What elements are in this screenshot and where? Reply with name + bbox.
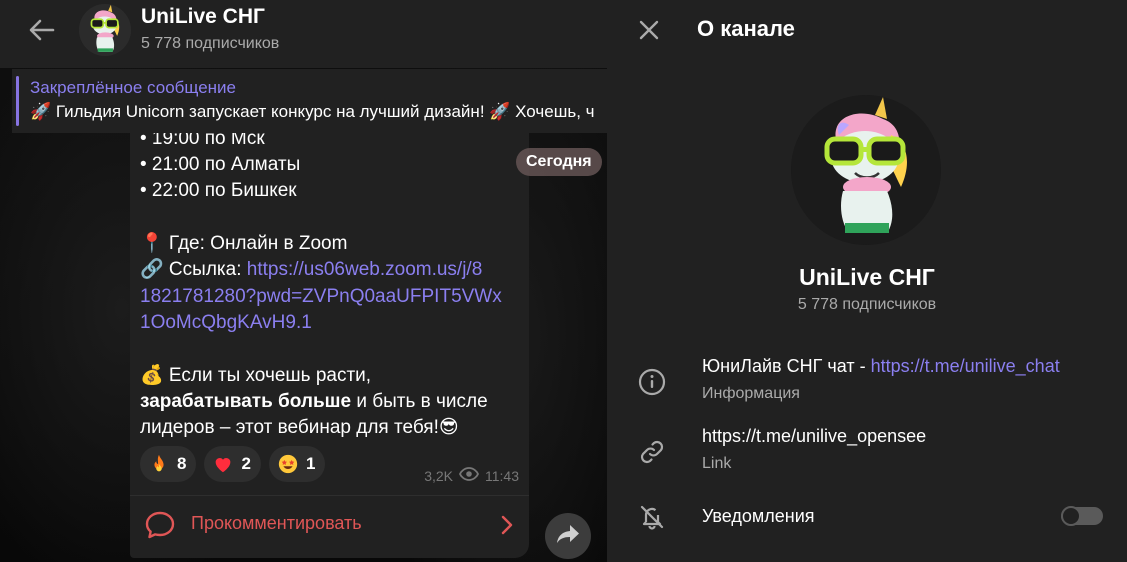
panel-subscriber-count: 5 778 подписчиков bbox=[797, 296, 937, 313]
message-line: • 21:00 по Алматы bbox=[140, 154, 301, 175]
channel-avatar[interactable] bbox=[79, 4, 131, 56]
message-time: 11:43 bbox=[485, 467, 519, 484]
message-line: 1821781280?pwd=ZVPnQ0aaUFPIT5VWx bbox=[140, 284, 502, 310]
message-text: и быть в числе bbox=[351, 391, 488, 412]
zoom-link[interactable]: https://us06web.zoom.us/j/8 bbox=[247, 259, 483, 280]
bell-off-icon bbox=[637, 502, 667, 532]
close-icon bbox=[639, 20, 659, 45]
reaction-count: 8 bbox=[177, 454, 187, 473]
star-struck-icon bbox=[277, 453, 299, 475]
channel-link[interactable]: https://t.me/unilive_opensee bbox=[702, 426, 926, 447]
fire-icon bbox=[148, 453, 170, 475]
unicorn-logo bbox=[79, 4, 131, 56]
panel-channel-name: UniLive СНГ bbox=[799, 264, 935, 290]
chat-area: • 19:00 по Мск • 21:00 по Алматы • 22:00… bbox=[0, 0, 607, 562]
back-button[interactable] bbox=[22, 12, 62, 52]
arrow-left-icon bbox=[29, 19, 55, 46]
message-line: • 22:00 по Бишкек bbox=[140, 180, 297, 201]
share-button[interactable] bbox=[545, 513, 591, 559]
views-count: 3,2K bbox=[424, 467, 453, 484]
notifications-toggle[interactable] bbox=[1061, 506, 1103, 526]
channel-title[interactable]: UniLive СНГ bbox=[141, 5, 265, 29]
message-line: 1OoMcQbgKAvH9.1 bbox=[140, 310, 312, 336]
reactions-bar: 8 2 1 bbox=[140, 446, 326, 482]
pinned-message[interactable]: Закреплённое сообщение 🚀 Гильдия Unicorn… bbox=[12, 69, 607, 133]
link-icon bbox=[637, 437, 667, 467]
info-description: ЮниЛайв СНГ чат - https://t.me/unilive_c… bbox=[702, 356, 1060, 377]
comment-button[interactable]: Прокомментировать bbox=[130, 496, 529, 556]
close-button[interactable] bbox=[633, 16, 665, 48]
pinned-text: 🚀 Гильдия Unicorn запускает конкурс на л… bbox=[30, 102, 595, 121]
link-caption: 🔗 Ссылка: bbox=[140, 259, 247, 280]
reaction-fire[interactable]: 8 bbox=[140, 446, 197, 482]
subscriber-count: 5 778 подписчиков bbox=[141, 35, 280, 52]
notifications-label: Уведомления bbox=[702, 506, 815, 526]
channel-info-panel: О канале UniLive СНГ 5 778 подписчиков Ю… bbox=[607, 0, 1127, 562]
eye-icon bbox=[459, 467, 479, 484]
chat-link[interactable]: https://t.me/unilive_chat bbox=[871, 356, 1060, 376]
zoom-link-cont[interactable]: 1OoMcQbgKAvH9.1 bbox=[140, 312, 312, 333]
info-icon bbox=[637, 367, 667, 397]
unicorn-logo bbox=[791, 95, 941, 245]
reaction-count: 1 bbox=[305, 454, 316, 473]
reaction-heart[interactable]: 2 bbox=[204, 446, 261, 482]
heart-icon bbox=[212, 453, 234, 475]
message-line: 🔗 Ссылка: https://us06web.zoom.us/j/8 bbox=[140, 257, 482, 283]
message-line: 💰 Если ты хочешь расти, bbox=[140, 365, 372, 386]
date-pill: Сегодня bbox=[516, 148, 602, 176]
channel-avatar-large[interactable] bbox=[791, 95, 941, 245]
pinned-title: Закреплённое сообщение bbox=[30, 78, 236, 97]
message-line: лидеров – этот вебинар для тебя!😎 bbox=[140, 417, 459, 438]
link-caption: Link bbox=[702, 455, 732, 472]
reaction-count: 2 bbox=[241, 454, 251, 473]
comment-label: Прокомментировать bbox=[191, 513, 362, 533]
info-text: ЮниЛайв СНГ чат - bbox=[702, 356, 871, 376]
info-caption: Информация bbox=[702, 385, 800, 402]
share-icon bbox=[555, 523, 581, 550]
comment-icon bbox=[144, 510, 176, 545]
message-bubble: • 19:00 по Мск • 21:00 по Алматы • 22:00… bbox=[130, 70, 529, 558]
bold-text: зарабатывать больше bbox=[140, 391, 352, 412]
panel-title: О канале bbox=[697, 16, 795, 41]
message-meta: 3,2K 11:43 bbox=[424, 467, 519, 484]
toggle-knob bbox=[1061, 506, 1081, 526]
zoom-link-cont[interactable]: 1821781280?pwd=ZVPnQ0aaUFPIT5VWx bbox=[140, 286, 502, 307]
message-line: 📍 Где: Онлайн в Zoom bbox=[140, 233, 348, 254]
reaction-star-struck[interactable]: 1 bbox=[268, 446, 326, 482]
chevron-right-icon bbox=[500, 515, 514, 540]
pinned-indicator bbox=[16, 76, 19, 126]
chat-header: UniLive СНГ 5 778 подписчиков bbox=[0, 0, 607, 68]
message-line: зарабатывать больше и быть в числе bbox=[140, 389, 488, 415]
